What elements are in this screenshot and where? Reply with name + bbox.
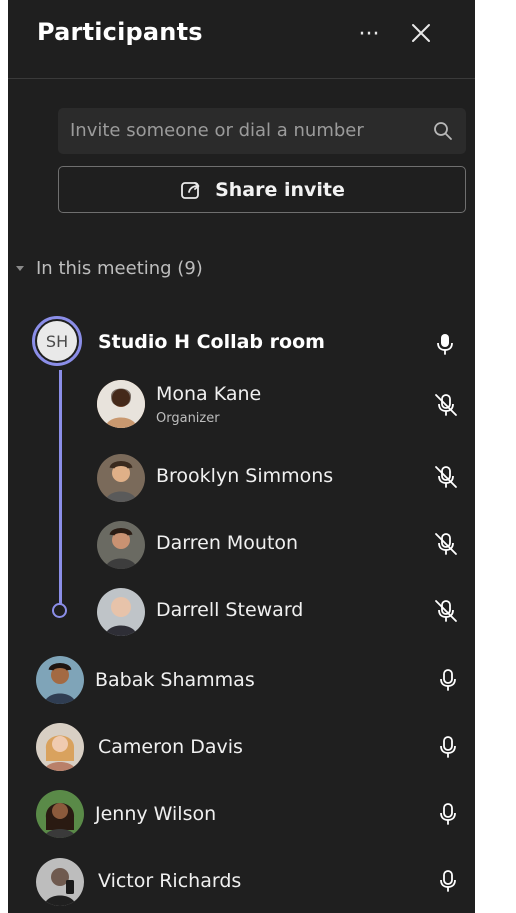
participants-panel: Participants ··· Invite someone or dial … <box>8 0 475 913</box>
avatar <box>36 656 84 704</box>
in-meeting-section-toggle[interactable]: In this meeting (9) <box>14 258 203 279</box>
participant-name: Darrell Steward <box>156 599 304 621</box>
participant-row[interactable]: Darren Mouton <box>8 514 475 574</box>
mic-off-icon[interactable] <box>433 598 459 624</box>
more-options-button[interactable]: ··· <box>354 20 384 50</box>
avatar <box>36 790 84 838</box>
avatar <box>36 858 84 906</box>
mic-icon[interactable] <box>435 868 461 894</box>
participant-name: Mona Kane <box>156 383 262 405</box>
participant-row[interactable]: Victor Richards <box>8 851 475 911</box>
avatar <box>97 454 145 502</box>
participant-role: Organizer <box>156 411 220 426</box>
participant-name: Babak Shammas <box>95 669 255 691</box>
participant-row[interactable]: Jenny Wilson <box>8 784 475 844</box>
caret-down-icon <box>16 265 24 271</box>
mic-icon[interactable] <box>435 801 461 827</box>
more-horizontal-icon: ··· <box>358 22 380 47</box>
avatar <box>97 521 145 569</box>
share-invite-label: Share invite <box>215 178 345 201</box>
avatar <box>97 380 145 428</box>
room-initials: SH <box>37 321 77 361</box>
participant-row[interactable]: Brooklyn Simmons <box>8 447 475 507</box>
avatar-photo <box>36 723 84 771</box>
avatar-photo <box>97 380 145 428</box>
avatar <box>97 588 145 636</box>
close-icon <box>412 24 430 42</box>
participant-row[interactable]: Mona Kane Organizer <box>8 375 475 435</box>
mic-off-icon[interactable] <box>433 464 459 490</box>
section-label: In this meeting (9) <box>36 258 203 279</box>
avatar-photo <box>97 588 145 636</box>
share-icon <box>181 181 200 199</box>
participant-row[interactable]: Darrell Steward <box>8 581 475 641</box>
mic-off-icon[interactable] <box>433 392 459 418</box>
avatar-photo <box>36 656 84 704</box>
participant-name: Victor Richards <box>98 870 242 892</box>
avatar-photo <box>36 790 84 838</box>
mic-off-icon[interactable] <box>433 531 459 557</box>
avatar <box>36 723 84 771</box>
close-button[interactable] <box>406 18 436 48</box>
panel-title: Participants <box>37 18 203 46</box>
search-placeholder: Invite someone or dial a number <box>70 120 364 141</box>
mic-icon[interactable] <box>435 734 461 760</box>
participant-name: Darren Mouton <box>156 532 299 554</box>
panel-header: Participants ··· <box>8 0 475 79</box>
participant-row[interactable]: Babak Shammas <box>8 650 475 710</box>
mic-icon[interactable] <box>435 667 461 693</box>
invite-search-input[interactable]: Invite someone or dial a number <box>58 108 466 154</box>
participant-name: Brooklyn Simmons <box>156 465 334 487</box>
participant-name: Cameron Davis <box>98 736 243 758</box>
avatar-photo <box>97 521 145 569</box>
avatar-photo <box>36 858 84 906</box>
participant-row[interactable]: Cameron Davis <box>8 717 475 777</box>
search-icon <box>434 122 452 140</box>
room-name: Studio H Collab room <box>98 331 325 353</box>
share-invite-button[interactable]: Share invite <box>58 166 466 213</box>
avatar-photo <box>97 454 145 502</box>
mic-icon[interactable] <box>432 331 458 357</box>
room-avatar: SH <box>32 316 82 366</box>
participant-name: Jenny Wilson <box>95 803 217 825</box>
